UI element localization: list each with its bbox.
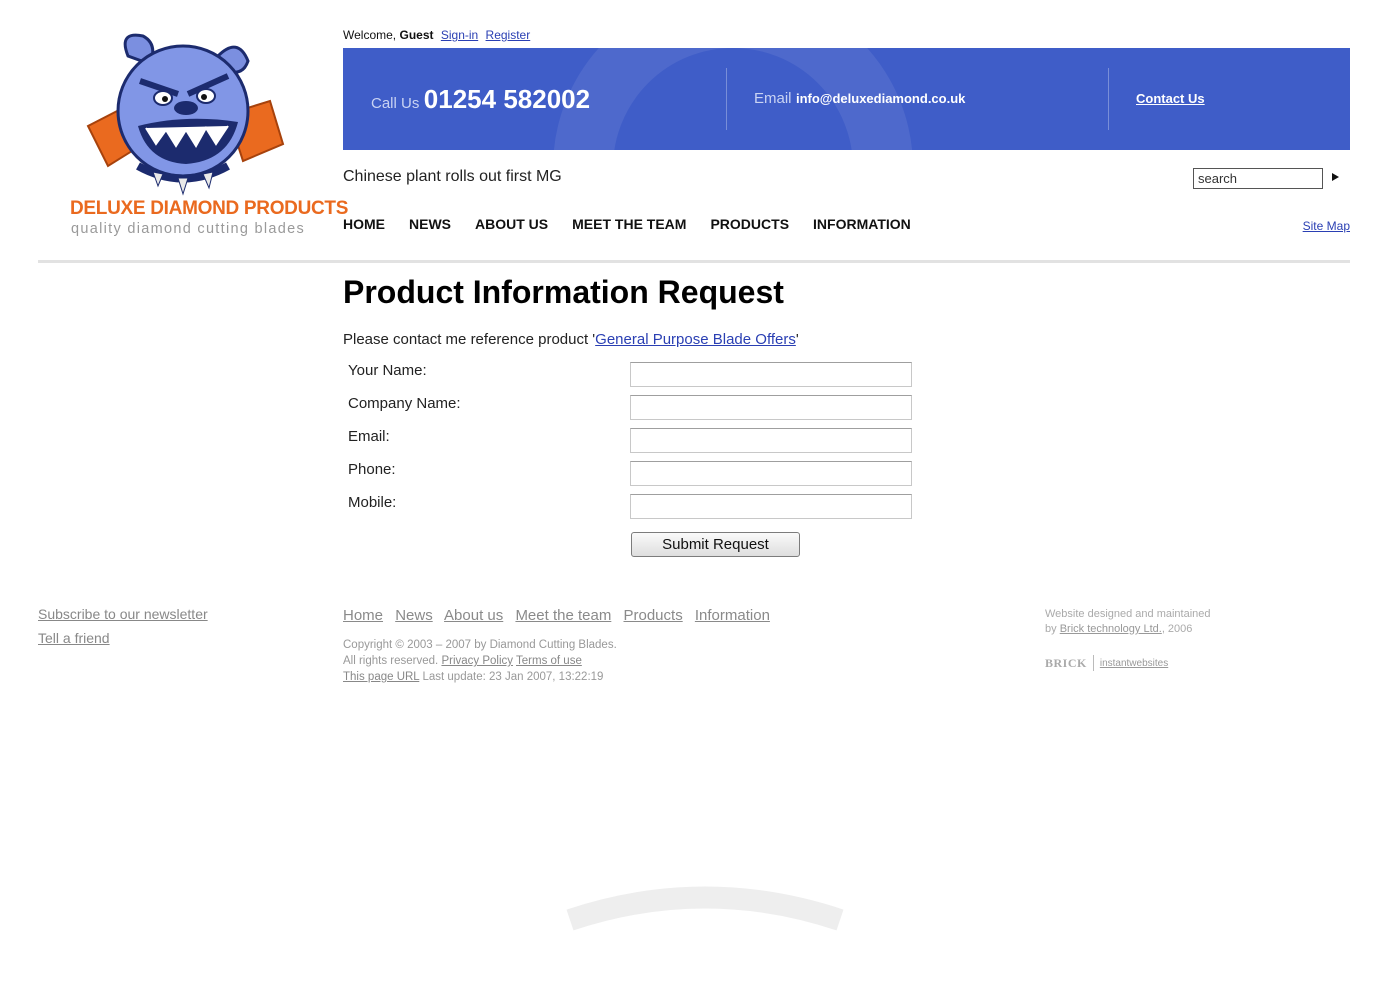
logo-tagline: quality diamond cutting blades: [71, 221, 306, 237]
bulldog-icon: [86, 33, 285, 196]
site-credit: Website designed and maintained by Brick…: [1045, 607, 1211, 637]
welcome-user: Guest: [399, 28, 434, 42]
welcome-bar: Welcome, Guest Sign-in Register: [343, 28, 530, 42]
phone-field[interactable]: [630, 461, 912, 486]
mobile-label: Mobile:: [348, 494, 397, 511]
brick-brand: BRICK: [1045, 655, 1087, 670]
name-label: Your Name:: [348, 362, 427, 379]
company-field[interactable]: [630, 395, 912, 420]
banner-divider: [726, 68, 727, 130]
footer-link-products[interactable]: Products: [624, 607, 683, 624]
form-row-mobile: Mobile:: [348, 494, 918, 520]
form-row-phone: Phone:: [348, 461, 918, 487]
call-us-label: Call Us: [371, 95, 420, 112]
rights-text: All rights reserved.: [343, 655, 439, 667]
page-title: Product Information Request: [343, 274, 784, 310]
register-link[interactable]: Register: [486, 28, 531, 42]
intro-suffix: ': [795, 331, 799, 348]
nav-products[interactable]: PRODUCTS: [710, 216, 789, 232]
phone-number: 01254 582002: [423, 84, 591, 114]
brick-technology-link[interactable]: Brick technology Ltd.: [1060, 623, 1162, 635]
nav-meet-the-team[interactable]: MEET THE TEAM: [572, 216, 686, 232]
nav-home[interactable]: HOME: [343, 216, 385, 232]
form-row-name: Your Name:: [348, 362, 918, 388]
footer-link-about-us[interactable]: About us: [444, 607, 503, 624]
search-input[interactable]: [1193, 168, 1323, 189]
phone-label: Phone:: [348, 461, 396, 478]
product-link[interactable]: General Purpose Blade Offers: [595, 331, 796, 348]
contact-banner: Call Us 01254 582002 Email info@deluxedi…: [343, 48, 1350, 150]
credit-by: by: [1045, 623, 1057, 635]
rights-line: All rights reserved. Privacy Policy Term…: [343, 653, 617, 669]
watermark-decoration: [566, 886, 844, 931]
site-logo[interactable]: DELUXE DIAMOND PRODUCTS quality diamond …: [66, 26, 348, 241]
nav-about-us[interactable]: ABOUT US: [475, 216, 548, 232]
mobile-field[interactable]: [630, 494, 912, 519]
credit-year: , 2006: [1161, 623, 1193, 635]
footer-nav: Home News About us Meet the team Product…: [343, 607, 778, 624]
intro-prefix: Please contact me reference product ': [343, 331, 596, 348]
form-row-company: Company Name:: [348, 395, 918, 421]
banner-divider: [1108, 68, 1109, 130]
copyright-text: Copyright © 2003 – 2007 by Diamond Cutti…: [343, 639, 617, 651]
tell-a-friend-link[interactable]: Tell a friend: [38, 630, 208, 646]
call-us: Call Us 01254 582002: [371, 84, 590, 115]
footer-link-meet-the-team[interactable]: Meet the team: [515, 607, 611, 624]
footer-link-home[interactable]: Home: [343, 607, 383, 624]
logo-name: DELUXE DIAMOND PRODUCTS: [70, 198, 349, 219]
play-arrow-icon[interactable]: [1329, 170, 1343, 186]
header-divider: [38, 260, 1350, 263]
sitemap-link[interactable]: Site Map: [1303, 219, 1350, 233]
signin-link[interactable]: Sign-in: [441, 28, 478, 42]
contact-us-link[interactable]: Contact Us: [1136, 91, 1205, 106]
name-field[interactable]: [630, 362, 912, 387]
footer-link-news[interactable]: News: [395, 607, 433, 624]
email-field[interactable]: [630, 428, 912, 453]
form-row-email: Email:: [348, 428, 918, 454]
intro-text: Please contact me reference product 'Gen…: [343, 331, 799, 348]
email-info: Email info@deluxediamond.co.uk: [754, 90, 965, 108]
instantwebsites-label: instantwebsites: [1099, 657, 1169, 669]
company-label: Company Name:: [348, 395, 461, 412]
subscribe-newsletter-link[interactable]: Subscribe to our newsletter: [38, 606, 208, 622]
credit-line: Website designed and maintained: [1045, 608, 1211, 620]
welcome-prefix: Welcome,: [343, 28, 397, 42]
last-update-text: Last update: 23 Jan 2007, 13:22:19: [422, 671, 604, 683]
submit-request-button[interactable]: Submit Request: [631, 532, 800, 557]
main-nav: HOME NEWS ABOUT US MEET THE TEAM PRODUCT…: [343, 216, 935, 232]
email-address[interactable]: info@deluxediamond.co.uk: [796, 91, 965, 106]
privacy-policy-link[interactable]: Privacy Policy: [441, 655, 513, 667]
email-field-label: Email:: [348, 428, 390, 445]
brick-logo[interactable]: BRICK instantwebsites: [1045, 655, 1168, 671]
brick-divider: [1092, 655, 1094, 671]
credit-by-line: by Brick technology Ltd., 2006: [1045, 622, 1211, 637]
footer-left-links: Subscribe to our newsletter Tell a frien…: [38, 606, 208, 654]
footer-link-information[interactable]: Information: [695, 607, 770, 624]
terms-of-use-link[interactable]: Terms of use: [516, 655, 582, 667]
footer-copyright: Copyright © 2003 – 2007 by Diamond Cutti…: [343, 637, 617, 685]
update-line: This page URL Last update: 23 Jan 2007, …: [343, 669, 617, 685]
nav-information[interactable]: INFORMATION: [813, 216, 911, 232]
news-headline[interactable]: Chinese plant rolls out first MG: [343, 168, 562, 186]
page-url-link[interactable]: This page URL: [343, 671, 419, 683]
nav-news[interactable]: NEWS: [409, 216, 451, 232]
email-label: Email: [754, 90, 792, 107]
